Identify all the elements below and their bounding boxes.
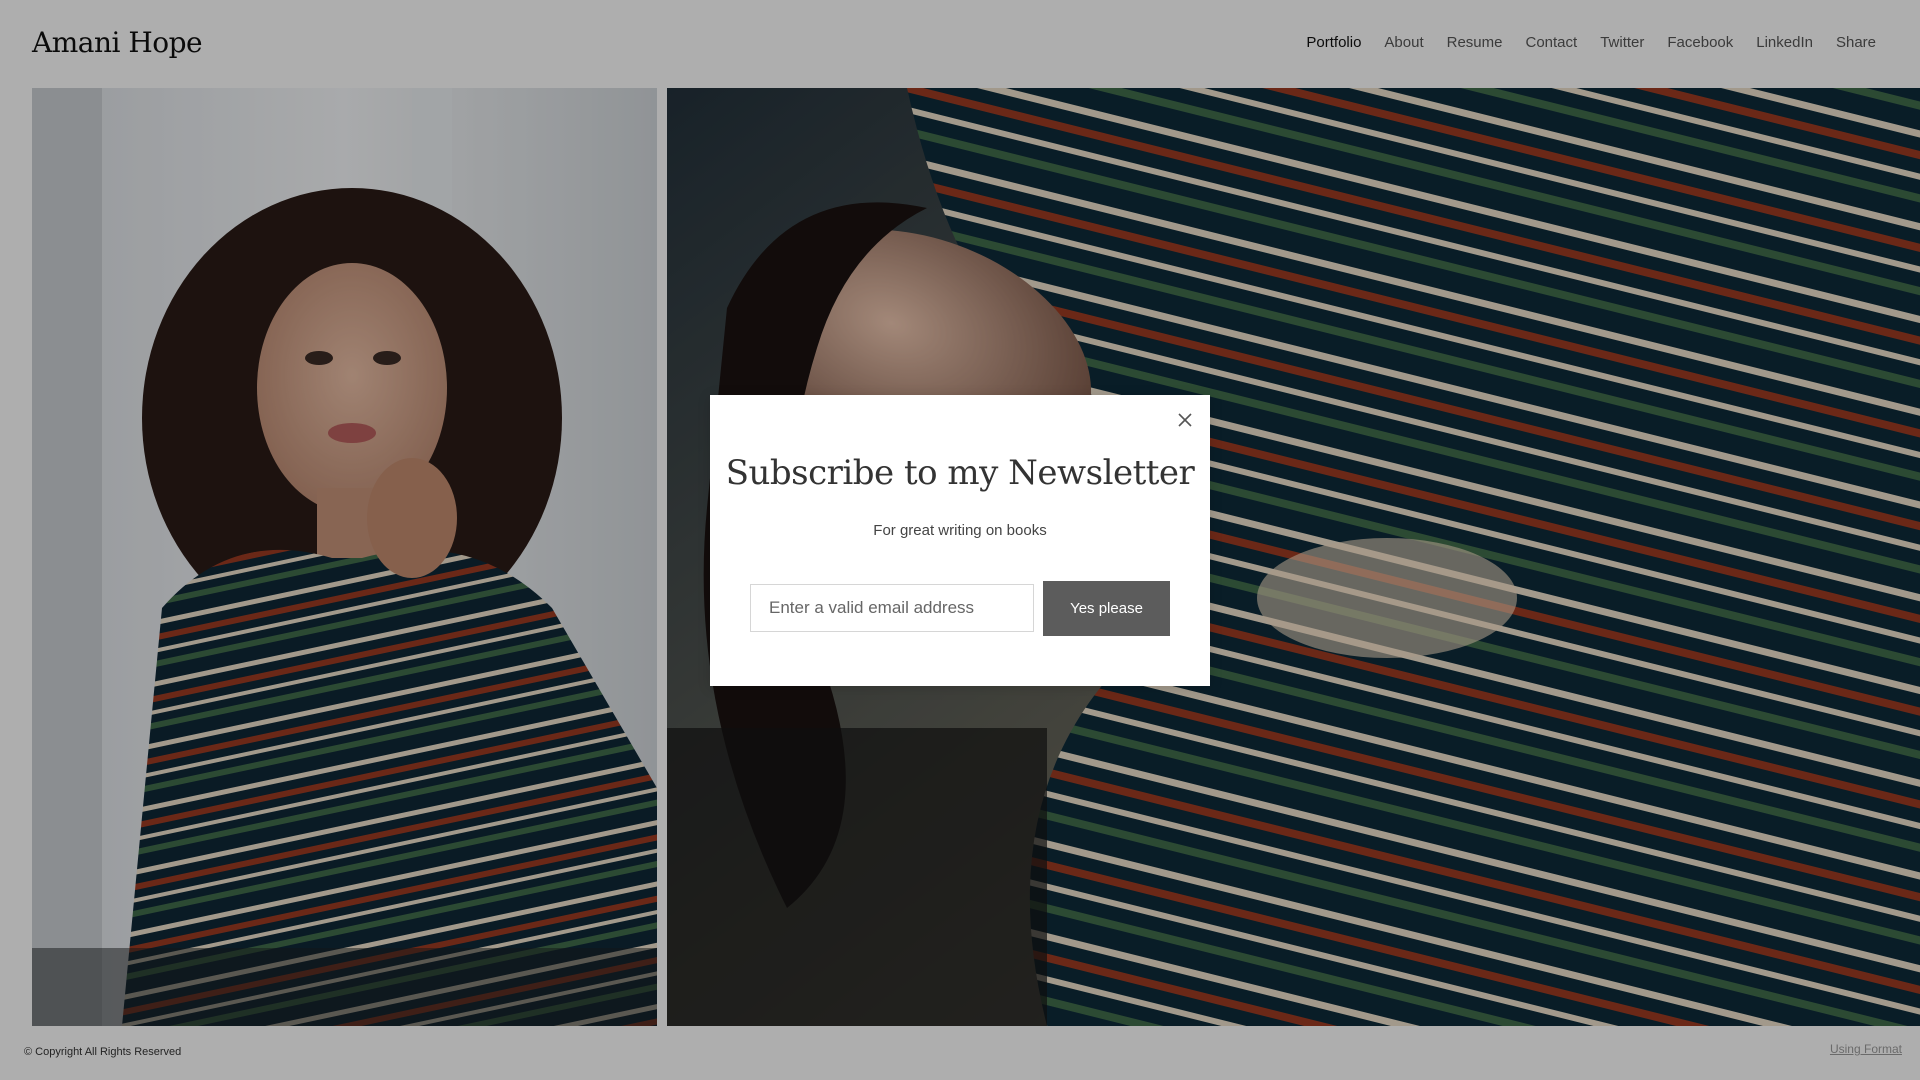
- email-field[interactable]: [750, 584, 1034, 632]
- newsletter-modal: Subscribe to my Newsletter For great wri…: [710, 395, 1210, 686]
- close-icon[interactable]: [1174, 409, 1196, 431]
- subscribe-button[interactable]: Yes please: [1043, 581, 1170, 636]
- modal-subtitle: For great writing on books: [873, 522, 1047, 539]
- page: Amani Hope Portfolio About Resume Contac…: [0, 0, 1920, 1080]
- modal-title: Subscribe to my Newsletter: [725, 453, 1195, 493]
